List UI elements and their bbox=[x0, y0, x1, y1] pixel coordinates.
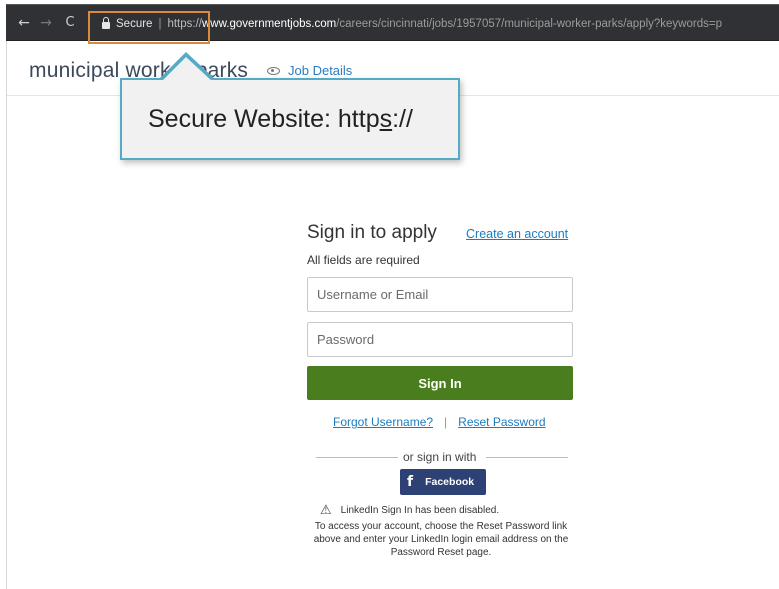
address-bar[interactable]: Secure | https:// www.governmentjobs.com… bbox=[94, 11, 779, 37]
browser-toolbar: ← → C Secure | https:// www.governmentjo… bbox=[6, 4, 779, 41]
sign-in-button[interactable]: Sign In bbox=[307, 366, 573, 400]
reset-password-link[interactable]: Reset Password bbox=[458, 415, 545, 429]
link-separator: | bbox=[444, 415, 448, 429]
create-account-link[interactable]: Create an account bbox=[466, 227, 568, 241]
callout-text-underlined: s bbox=[379, 104, 393, 133]
account-recovery-links: Forgot Username? | Reset Password bbox=[333, 415, 546, 429]
username-input[interactable] bbox=[307, 277, 573, 312]
signin-title: Sign in to apply bbox=[307, 222, 437, 243]
account-help-text: To access your account, choose the Reset… bbox=[313, 521, 569, 558]
job-details-label: Job Details bbox=[288, 63, 353, 78]
facebook-signin-button[interactable]: f Facebook bbox=[400, 469, 486, 495]
secure-website-callout: Secure Website: http s:// bbox=[120, 78, 460, 160]
linkedin-disabled-note: ⚠ LinkedIn Sign In has been disabled. bbox=[320, 503, 499, 518]
url-scheme: https:// bbox=[167, 18, 202, 30]
url-separator: | bbox=[158, 18, 162, 30]
back-arrow-icon[interactable]: ← bbox=[16, 15, 32, 31]
facebook-label: Facebook bbox=[425, 476, 475, 488]
fields-required-note: All fields are required bbox=[307, 253, 420, 267]
job-details-link[interactable]: Job Details bbox=[267, 63, 352, 78]
warning-icon: ⚠ bbox=[320, 503, 332, 518]
url-path: /careers/cincinnati/jobs/1957057/municip… bbox=[336, 18, 722, 30]
divider-line-left bbox=[316, 457, 398, 458]
eye-icon bbox=[267, 66, 280, 75]
linkedin-note-text: LinkedIn Sign In has been disabled. bbox=[340, 505, 500, 516]
callout-text-prefix: Secure Website: http bbox=[148, 104, 380, 133]
or-divider: or sign in with bbox=[316, 449, 568, 465]
callout-text-suffix: :// bbox=[392, 104, 413, 133]
forward-arrow-icon[interactable]: → bbox=[38, 15, 54, 31]
reload-icon[interactable]: C bbox=[62, 15, 78, 30]
url-host: www.governmentjobs.com bbox=[201, 18, 337, 30]
facebook-icon: f bbox=[407, 474, 414, 490]
forgot-username-link[interactable]: Forgot Username? bbox=[333, 415, 433, 429]
lock-icon bbox=[102, 16, 110, 29]
divider-line-right bbox=[486, 457, 568, 458]
secure-label: Secure bbox=[116, 18, 153, 30]
callout-pointer-fill bbox=[161, 57, 213, 82]
or-sign-in-with-label: or sign in with bbox=[403, 450, 477, 464]
password-input[interactable] bbox=[307, 322, 573, 357]
